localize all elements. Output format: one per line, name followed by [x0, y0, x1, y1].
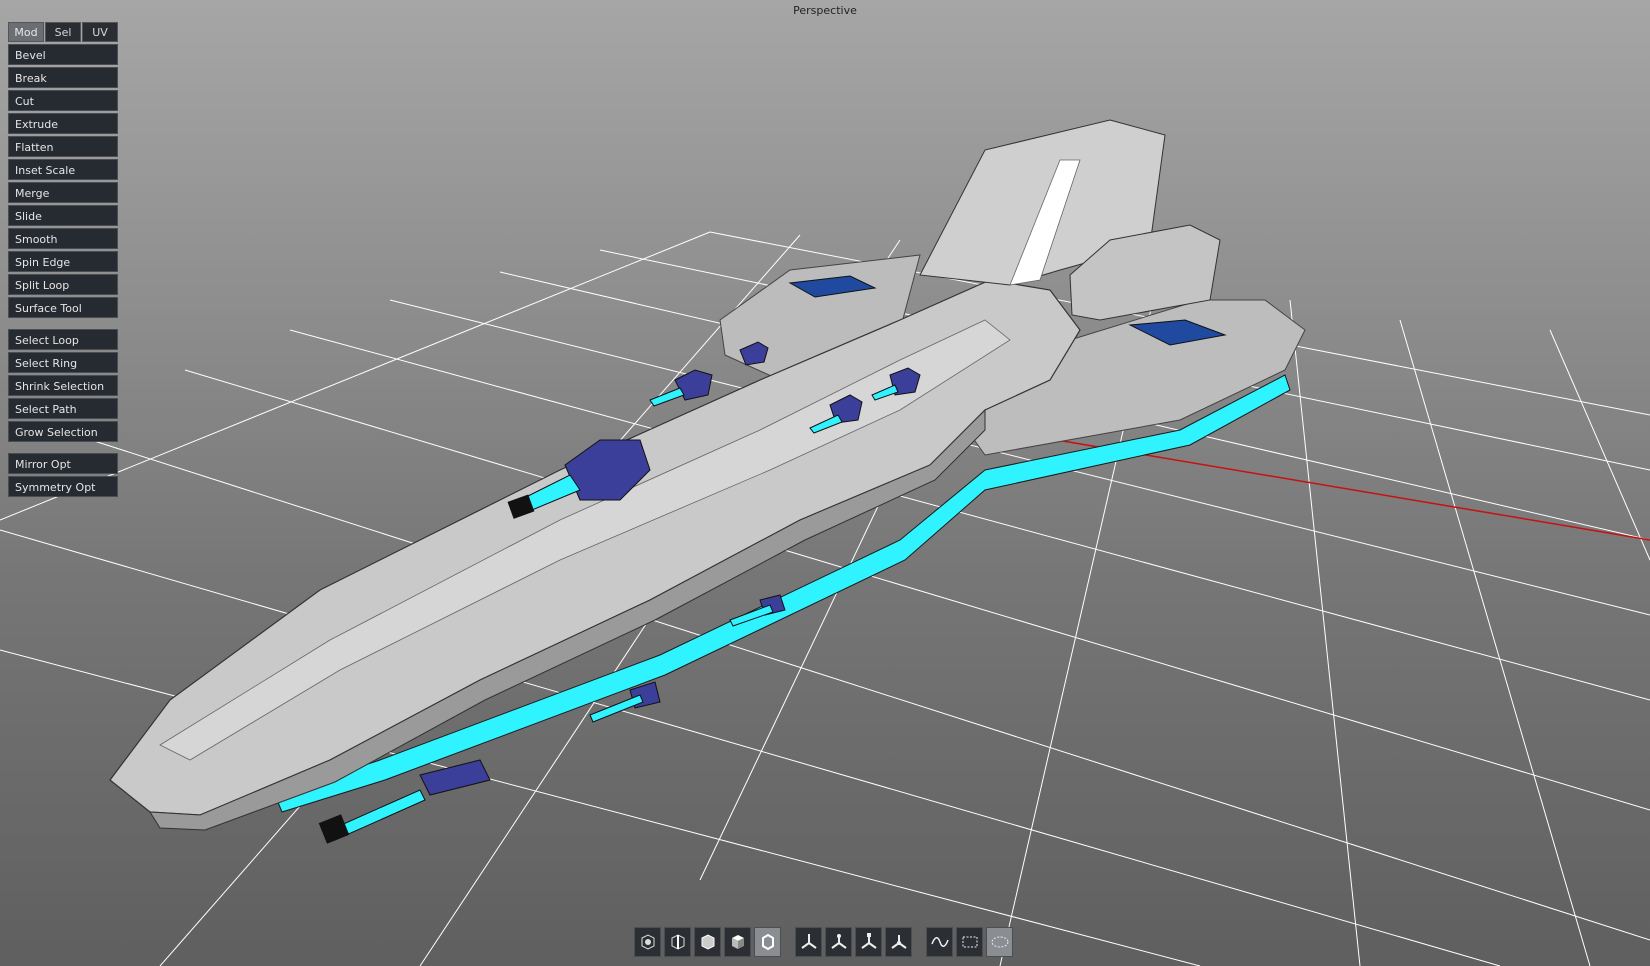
- split-loop-button[interactable]: Split Loop: [8, 274, 118, 295]
- box-select-icon: [962, 936, 977, 948]
- viewport-scene[interactable]: [0, 0, 1650, 966]
- option-tools-group: Mirror Opt Symmetry Opt: [8, 453, 118, 497]
- grow-selection-button[interactable]: Grow Selection: [8, 421, 118, 442]
- inset-scale-button[interactable]: Inset Scale: [8, 159, 118, 180]
- element-mode-button[interactable]: [754, 927, 781, 957]
- smooth-button[interactable]: Smooth: [8, 228, 118, 249]
- select-path-button[interactable]: Select Path: [8, 398, 118, 419]
- scale-gizmo-button[interactable]: [855, 927, 882, 957]
- lasso-select-icon: [930, 937, 949, 947]
- tab-uv[interactable]: UV: [82, 22, 118, 42]
- move-gizmo-icon: [800, 934, 817, 949]
- cut-button[interactable]: Cut: [8, 90, 118, 111]
- spin-edge-button[interactable]: Spin Edge: [8, 251, 118, 272]
- universal-gizmo-button[interactable]: [885, 927, 912, 957]
- vertex-mode-button[interactable]: [634, 927, 661, 957]
- symmetry-opt-button[interactable]: Symmetry Opt: [8, 476, 118, 497]
- mirror-opt-button[interactable]: Mirror Opt: [8, 453, 118, 474]
- turret-2: [649, 369, 713, 407]
- tool-panel: Mod Sel UV Bevel Break Cut Extrude Flatten In…: [8, 22, 118, 499]
- element-mode-icon: [761, 933, 774, 951]
- viewport-label: Perspective: [793, 4, 857, 17]
- scale-gizmo-icon: [860, 933, 877, 949]
- edge-mode-icon: [671, 934, 684, 950]
- box-select-button[interactable]: [956, 927, 983, 957]
- extrude-button[interactable]: Extrude: [8, 113, 118, 134]
- slide-button[interactable]: Slide: [8, 205, 118, 226]
- object-mode-button[interactable]: [724, 927, 751, 957]
- lasso-select-button[interactable]: [926, 927, 953, 957]
- rotate-gizmo-button[interactable]: [825, 927, 852, 957]
- select-tools-group: Select Loop Select Ring Shrink Selection Se…: [8, 329, 118, 442]
- face-mode-button[interactable]: [694, 927, 721, 957]
- break-button[interactable]: Break: [8, 67, 118, 88]
- object-mode-icon: [731, 935, 744, 949]
- tab-mod[interactable]: Mod: [8, 22, 44, 42]
- x-axis-line: [967, 424, 1650, 541]
- select-loop-button[interactable]: Select Loop: [8, 329, 118, 350]
- universal-gizmo-icon: [890, 935, 907, 949]
- bevel-button[interactable]: Bevel: [8, 44, 118, 65]
- surface-tool-button[interactable]: Surface Tool: [8, 297, 118, 318]
- paint-select-icon: [991, 936, 1008, 948]
- select-ring-button[interactable]: Select Ring: [8, 352, 118, 373]
- panel-tabs: Mod Sel UV: [8, 22, 118, 42]
- 3d-viewport[interactable]: Perspective: [0, 0, 1650, 966]
- merge-button[interactable]: Merge: [8, 182, 118, 203]
- paint-select-button[interactable]: [986, 927, 1013, 957]
- face-mode-icon: [701, 934, 714, 950]
- shrink-selection-button[interactable]: Shrink Selection: [8, 375, 118, 396]
- bottom-toolbar: [634, 927, 1013, 959]
- tab-sel[interactable]: Sel: [45, 22, 81, 42]
- modify-tools-group: Bevel Break Cut Extrude Flatten Inset Scale Me…: [8, 44, 118, 318]
- vertex-mode-icon: [641, 934, 654, 950]
- grid-line: [1289, 299, 1361, 966]
- rotate-gizmo-icon: [830, 934, 847, 949]
- move-gizmo-button[interactable]: [795, 927, 822, 957]
- flatten-button[interactable]: Flatten: [8, 136, 118, 157]
- edge-mode-button[interactable]: [664, 927, 691, 957]
